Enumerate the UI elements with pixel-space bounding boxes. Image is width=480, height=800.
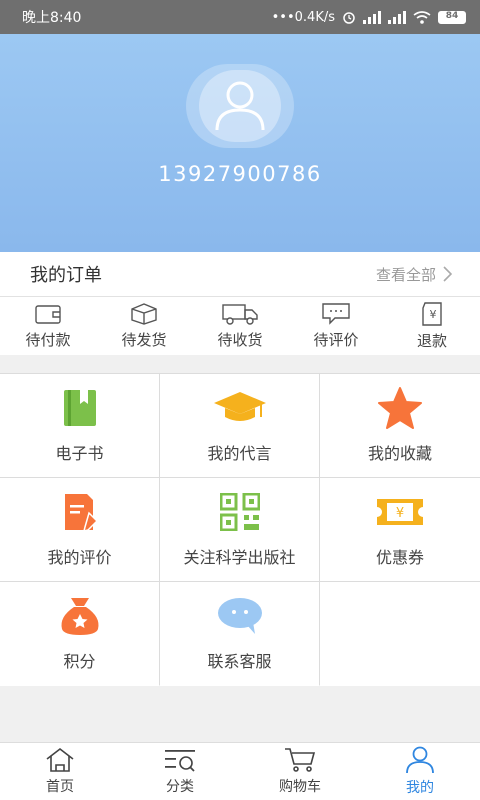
grid-item-contact-support[interactable]: 联系客服 [160, 582, 319, 686]
nav-home[interactable]: 首页 [0, 743, 120, 800]
nav-me[interactable]: 我的 [360, 743, 480, 800]
chat-bubble-icon [217, 598, 262, 634]
grid-empty-cell [320, 582, 480, 686]
grid-item-coupons[interactable]: ¥ 优惠券 [320, 478, 480, 581]
ebook-icon [63, 389, 96, 426]
grid-item-my-reviews[interactable]: 我的评价 [0, 478, 159, 581]
nav-label: 我的 [406, 780, 434, 796]
bottom-nav: 首页 分类 购物车 我的 [0, 742, 480, 800]
view-all-orders-link[interactable]: 查看全部 [376, 264, 452, 285]
order-refund[interactable]: ¥ 退款 [384, 297, 480, 355]
order-pending-payment[interactable]: 待付款 [0, 297, 96, 355]
user-avatar-icon [215, 81, 265, 131]
comment-icon [322, 302, 350, 325]
alarm-icon [343, 12, 355, 24]
star-icon [378, 386, 422, 429]
status-icons: •••0.4K/s 84 [272, 10, 466, 25]
grid-label: 我的评价 [47, 547, 112, 567]
nav-cart[interactable]: 购物车 [240, 743, 360, 800]
avatar[interactable] [186, 64, 294, 148]
grid-label: 电子书 [55, 443, 104, 463]
home-icon [46, 747, 74, 772]
cart-icon [285, 748, 316, 772]
qr-code-icon [219, 492, 260, 531]
truck-icon [222, 303, 258, 325]
category-icon [165, 750, 195, 772]
nav-label: 首页 [46, 779, 74, 795]
order-label: 退款 [416, 331, 447, 350]
order-pending-review[interactable]: 待评价 [288, 297, 384, 355]
order-label: 待收货 [217, 330, 263, 349]
grid-item-favorites[interactable]: 我的收藏 [320, 374, 480, 477]
status-bar: 晚上8:40 •••0.4K/s 84 [0, 0, 480, 34]
money-bag-icon [61, 598, 98, 635]
signal-icon [363, 10, 381, 24]
order-label: 待发货 [121, 330, 167, 349]
battery-level: 84 [445, 10, 459, 21]
grid-label: 联系客服 [207, 652, 272, 671]
status-time: 晚上8:40 [22, 10, 82, 26]
feature-grid: 电子书 我的代言 我的收藏 我的评价 关注科学出版社 ¥ 优惠券 积分 联系客服 [0, 373, 480, 686]
grid-label: 优惠券 [375, 547, 424, 567]
grid-item-ebook[interactable]: 电子书 [0, 374, 159, 477]
nav-label: 购物车 [279, 779, 321, 795]
order-pending-receipt[interactable]: 待收货 [192, 297, 288, 355]
signal-icon-2 [388, 10, 406, 24]
svg-text:¥: ¥ [396, 506, 404, 521]
document-edit-icon [64, 493, 98, 531]
refund-icon: ¥ [422, 301, 442, 326]
phone-number: 13927900786 [158, 162, 322, 186]
svg-text:¥: ¥ [430, 308, 437, 321]
chevron-right-icon [443, 266, 452, 282]
wallet-icon [35, 304, 61, 324]
order-pending-shipment[interactable]: 待发货 [96, 297, 192, 355]
grid-label: 我的收藏 [367, 443, 432, 463]
package-icon [131, 302, 157, 325]
nav-label: 分类 [166, 779, 194, 795]
grid-label: 关注科学出版社 [183, 547, 296, 567]
battery-icon: 84 [438, 10, 466, 24]
grid-label: 我的代言 [207, 443, 272, 463]
nav-category[interactable]: 分类 [120, 743, 240, 800]
view-all-label: 查看全部 [375, 265, 436, 284]
grid-item-follow-publisher[interactable]: 关注科学出版社 [160, 478, 319, 581]
wifi-icon [413, 10, 431, 24]
profile-header: 13927900786 [0, 34, 480, 252]
graduation-cap-icon [213, 391, 266, 421]
order-label: 待付款 [25, 330, 71, 349]
order-label: 待评价 [313, 330, 359, 349]
grid-label: 积分 [63, 652, 96, 671]
order-status-row: 待付款 待发货 待收货 待评价 ¥ 退款 [0, 297, 480, 355]
network-speed: •••0.4K/s [271, 9, 335, 25]
grid-item-points[interactable]: 积分 [0, 582, 159, 686]
orders-header: 我的订单 查看全部 [0, 252, 480, 297]
orders-title: 我的订单 [30, 265, 102, 286]
grid-item-endorsement[interactable]: 我的代言 [160, 374, 319, 477]
coupon-icon: ¥ [377, 498, 423, 525]
user-icon [406, 746, 434, 774]
